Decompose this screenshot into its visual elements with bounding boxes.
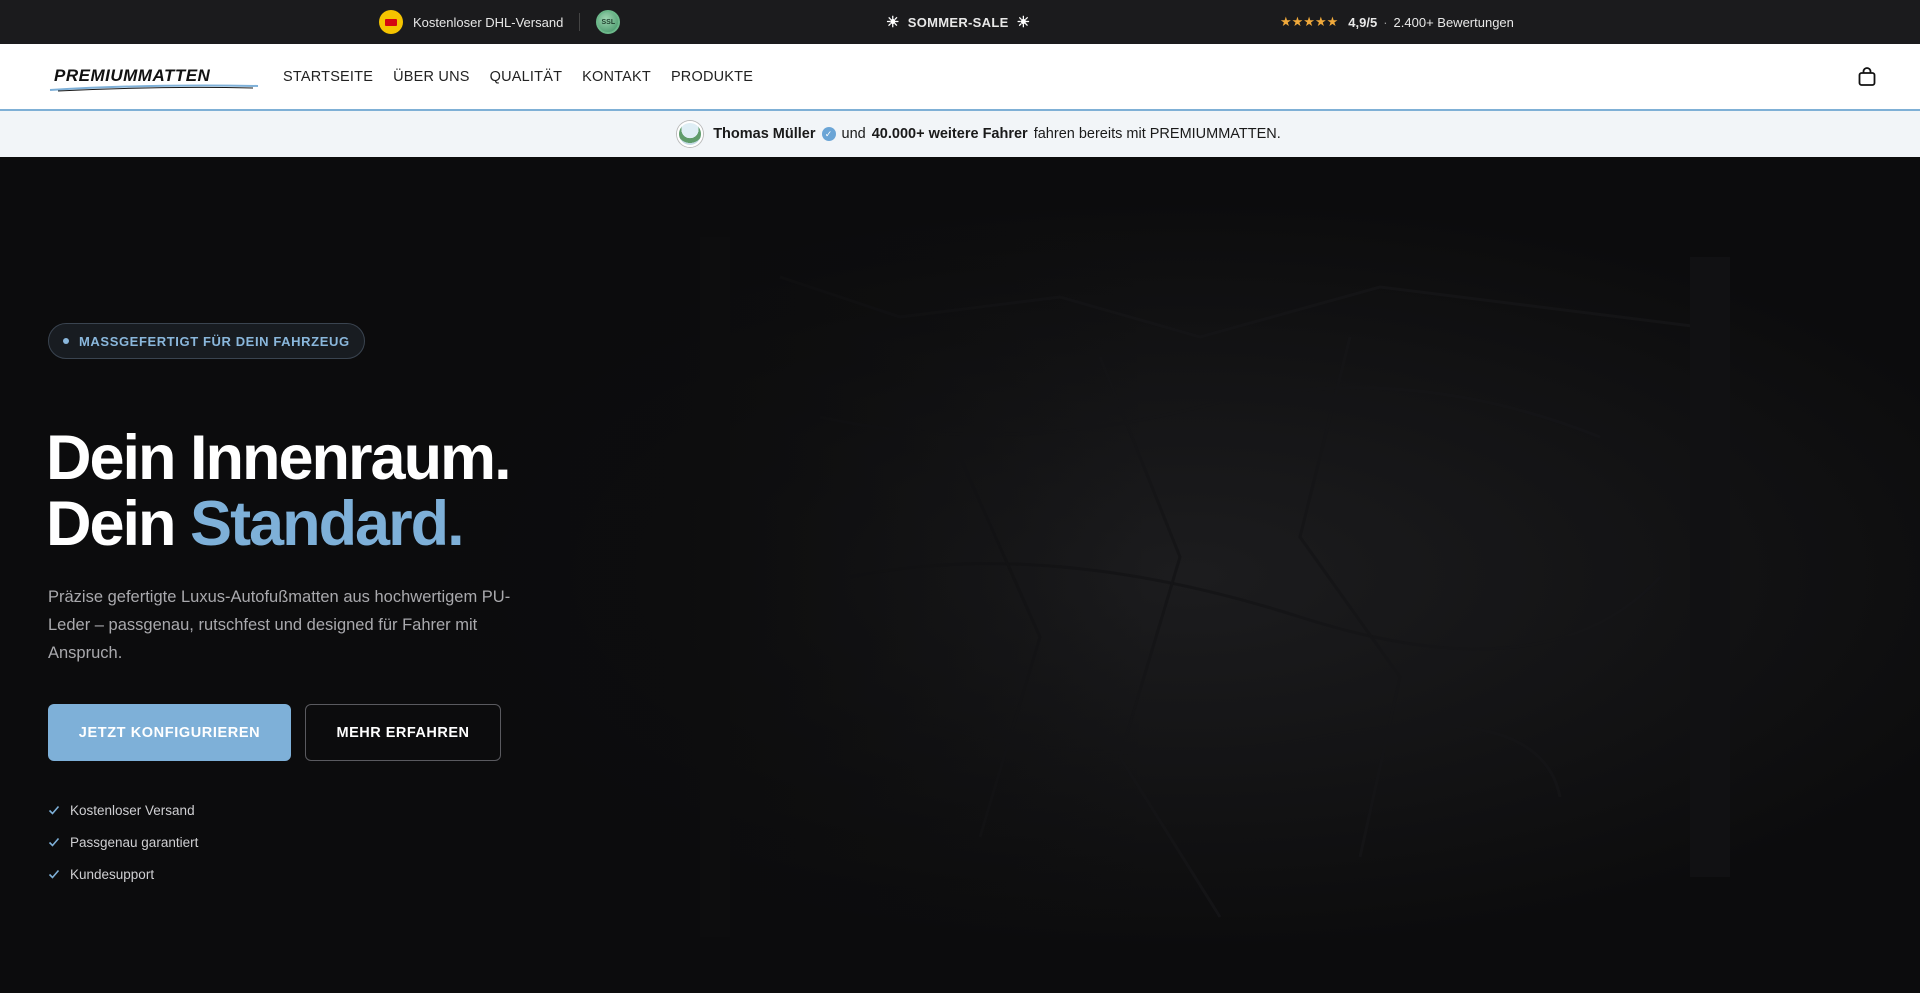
logo[interactable]: PREMIUMMATTEN	[48, 64, 260, 92]
proof-suffix: fahren bereits mit PREMIUMMATTEN.	[1033, 126, 1281, 142]
social-proof-bar: Thomas Müller ✓ und 40.000+ weitere Fahr…	[0, 111, 1920, 157]
nav-item-ueber-uns[interactable]: ÜBER UNS	[393, 69, 470, 85]
customer-name: Thomas Müller	[713, 126, 816, 142]
feature-list: Kostenloser Versand Passgenau garantiert…	[48, 801, 198, 883]
tag-dot-icon	[63, 338, 69, 344]
divider	[579, 13, 581, 31]
list-item: Kostenloser Versand	[48, 801, 198, 819]
check-icon	[48, 869, 60, 879]
avatar	[677, 121, 704, 147]
star-rating-icon: ★★★★★	[1280, 14, 1339, 29]
nav-item-kontakt[interactable]: KONTAKT	[582, 69, 651, 85]
feature-label: Kundesupport	[70, 866, 155, 882]
separator: ·	[1383, 14, 1388, 30]
logo-swoosh-icon	[49, 84, 259, 92]
feature-label: Kostenloser Versand	[70, 802, 195, 818]
driver-count: 40.000+ weitere Fahrer	[871, 126, 1028, 142]
announcement-bar: Kostenloser DHL-Versand SSL ☀ SOMMER-SAL…	[0, 0, 1920, 44]
sun-icon: ☀	[1016, 14, 1031, 31]
review-count: 2.400+ Bewertungen	[1393, 14, 1514, 30]
shipping-info: Kostenloser DHL-Versand SSL	[379, 0, 621, 44]
proof-connector: und	[841, 126, 866, 142]
rating-value: 4,9/5	[1348, 14, 1378, 30]
hero-subtitle: Präzise gefertigte Luxus-Autofußmatten a…	[48, 588, 511, 662]
nav-item-produkte[interactable]: PRODUKTE	[671, 69, 753, 85]
hero-background-image	[0, 157, 1920, 993]
hero-tag-badge: MASSGEFERTIGT FÜR DEIN FAHRZEUG	[48, 323, 365, 359]
sun-icon: ☀	[886, 14, 900, 31]
nav-item-qualitaet[interactable]: QUALITÄT	[490, 69, 563, 85]
feature-label: Passgenau garantiert	[70, 834, 199, 850]
check-icon	[48, 805, 60, 815]
sale-label: SOMMER-SALE	[907, 14, 1009, 30]
dhl-truck-icon	[379, 10, 403, 34]
main-navigation: PREMIUMMATTEN STARTSEITE ÜBER UNS QUALIT…	[0, 44, 1920, 111]
hero-tag-label: MASSGEFERTIGT FÜR DEIN FAHRZEUG	[79, 333, 350, 349]
rating-summary: ★★★★★ 4,9/5 · 2.400+ Bewertungen	[1280, 0, 1514, 44]
shopping-bag-icon[interactable]	[1856, 66, 1878, 88]
configure-button[interactable]: JETZT KONFIGURIEREN	[48, 704, 291, 761]
sale-banner[interactable]: ☀ SOMMER-SALE ☀	[886, 0, 1030, 44]
check-icon	[48, 837, 60, 847]
ssl-seal-icon: SSL	[596, 10, 621, 34]
verified-badge-icon: ✓	[821, 127, 836, 141]
nav-item-startseite[interactable]: STARTSEITE	[283, 69, 373, 85]
headline-accent: Standard.	[190, 489, 465, 559]
headline-line-2-prefix: Dein	[46, 489, 177, 559]
hero-headline: Dein Innenraum. Dein Standard.	[46, 423, 512, 559]
list-item: Passgenau garantiert	[48, 833, 198, 851]
shipping-label: Kostenloser DHL-Versand	[413, 14, 564, 30]
list-item: Kundesupport	[48, 865, 198, 883]
headline-line-1: Dein Innenraum.	[46, 423, 512, 493]
hero-section: MASSGEFERTIGT FÜR DEIN FAHRZEUG Dein Inn…	[0, 157, 1920, 993]
learn-more-button[interactable]: MEHR ERFAHREN	[305, 704, 501, 761]
nav-menu: STARTSEITE ÜBER UNS QUALITÄT KONTAKT PRO…	[283, 44, 753, 109]
